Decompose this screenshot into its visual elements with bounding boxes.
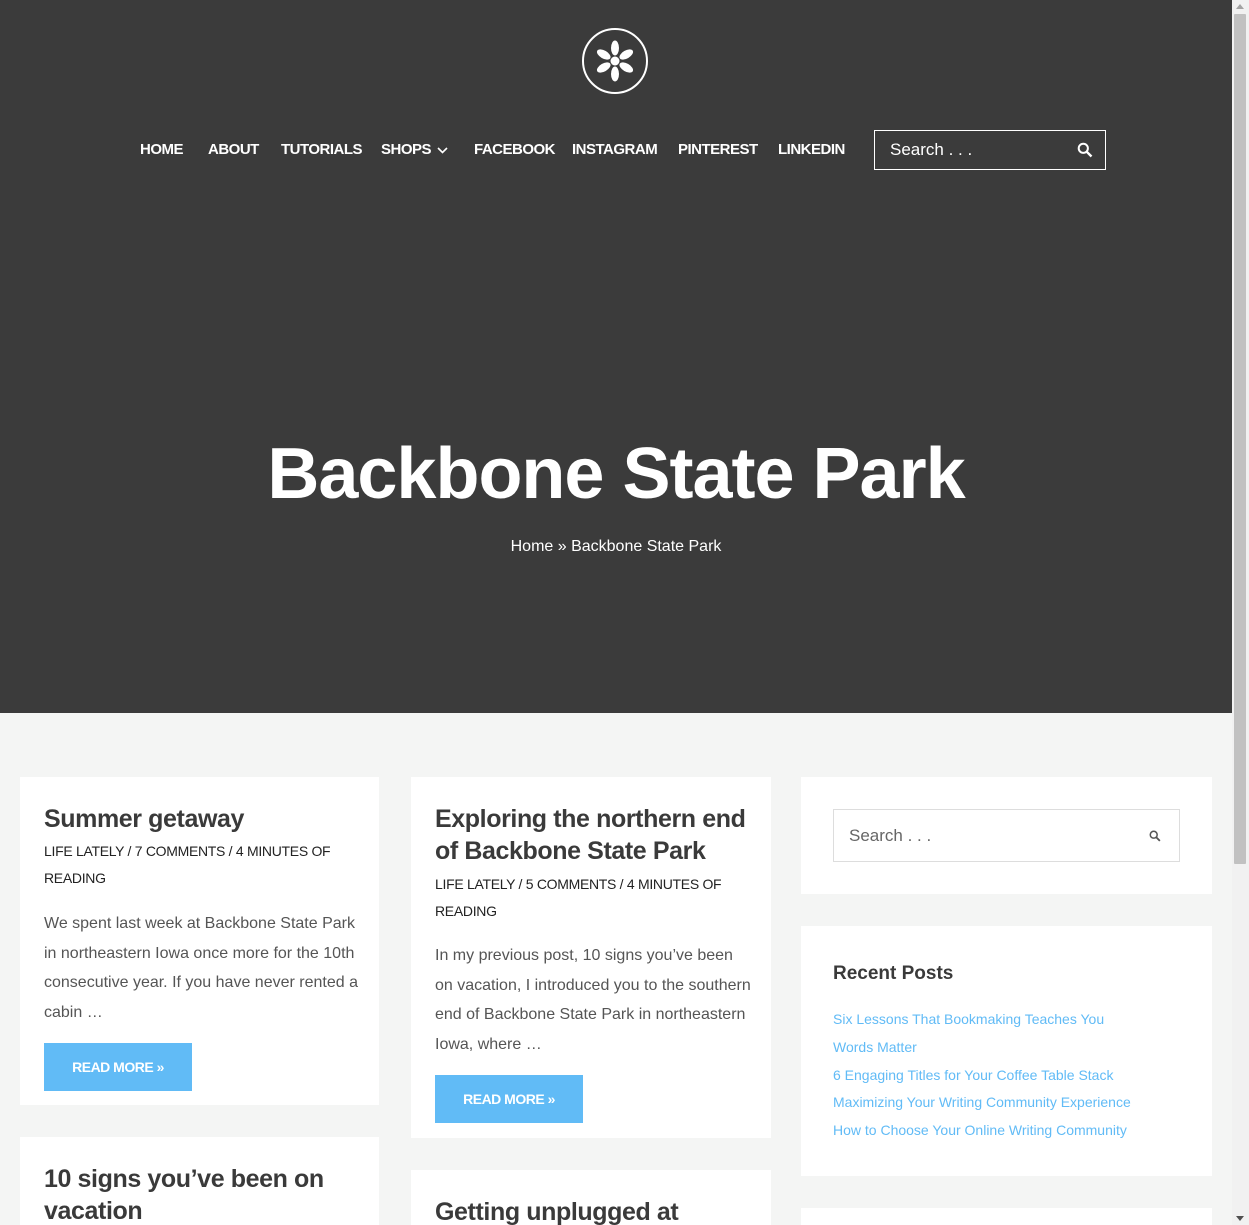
nav-item-home[interactable]: HOME [140, 140, 184, 160]
recent-post-link[interactable]: How to Choose Your Online Writing Commun… [833, 1117, 1131, 1145]
header-search-input[interactable] [875, 131, 1065, 169]
nav-item-about[interactable]: ABOUT [208, 140, 259, 160]
post-title[interactable]: Getting unplugged at [435, 1196, 679, 1225]
post-excerpt: We spent last week at Backbone State Par… [44, 915, 358, 1022]
post-card: Summer getaway LIFE LATELY / 7 COMMENTS … [20, 777, 379, 1105]
recent-post-link[interactable]: Six Lessons That Bookmaking Teaches You [833, 1006, 1131, 1034]
post-comments-link[interactable]: 7 COMMENTS [135, 843, 226, 859]
site-header: HOME ABOUT TUTORIALS SHOPS FACEBOOK INST… [0, 0, 1232, 713]
nav-item-tutorials[interactable]: TUTORIALS [281, 140, 363, 160]
post-category-link[interactable]: LIFE LATELY [435, 876, 515, 892]
nav-item-instagram[interactable]: INSTAGRAM [572, 140, 658, 160]
post-title[interactable]: Summer getaway [44, 803, 244, 835]
breadcrumb[interactable]: Home » Backbone State Park [0, 537, 1232, 557]
post-meta: LIFE LATELY / 7 COMMENTS / 4 MINUTES OF … [44, 843, 331, 886]
search-icon[interactable] [1149, 829, 1161, 847]
header-search-box [874, 130, 1106, 170]
recent-posts-widget: Recent Posts Six Lessons That Bookmaking… [801, 926, 1212, 1176]
nav-item-shops[interactable]: SHOPS [381, 140, 448, 160]
recent-post-link[interactable]: Words Matter [833, 1034, 1131, 1062]
recent-post-link[interactable]: Maximizing Your Writing Community Experi… [833, 1089, 1131, 1117]
sidebar-search-input[interactable] [834, 810, 1134, 861]
sidebar-widget [801, 1208, 1212, 1225]
read-more-button[interactable]: READ MORE » [435, 1075, 583, 1123]
scrollbar-thumb[interactable] [1234, 14, 1246, 864]
widget-title: Recent Posts [833, 963, 954, 984]
nav-item-linkedin[interactable]: LINKEDIN [778, 140, 845, 160]
post-meta: LIFE LATELY / 5 COMMENTS / 4 MINUTES OF … [435, 876, 722, 919]
recent-post-link[interactable]: 6 Engaging Titles for Your Coffee Table … [833, 1062, 1131, 1090]
site-logo-icon[interactable] [582, 28, 648, 94]
nav-item-facebook[interactable]: FACEBOOK [474, 140, 556, 160]
post-card: Exploring the northern end of Backbone S… [411, 777, 771, 1138]
search-icon[interactable] [1077, 142, 1093, 163]
read-more-button[interactable]: READ MORE » [44, 1043, 192, 1091]
page-title: Backbone State Park [267, 434, 965, 514]
post-title[interactable]: Exploring the northern end of Backbone S… [435, 803, 755, 867]
post-title[interactable]: 10 signs you’ve been on vacation [44, 1163, 344, 1225]
scroll-down-arrow-icon[interactable] [1236, 1216, 1244, 1221]
chevron-down-icon [437, 140, 448, 160]
post-card: 10 signs you’ve been on vacation [20, 1137, 379, 1225]
post-category-link[interactable]: LIFE LATELY [44, 843, 124, 859]
sidebar-search-box [833, 809, 1180, 862]
sidebar-search-widget [801, 777, 1212, 894]
page-scrollbar[interactable] [1232, 0, 1249, 1225]
scroll-up-arrow-icon[interactable] [1236, 4, 1244, 9]
post-card: Getting unplugged at [411, 1170, 771, 1225]
recent-posts-list: Six Lessons That Bookmaking Teaches You … [833, 1006, 1131, 1145]
nav-item-shops-label: SHOPS [381, 141, 432, 158]
post-comments-link[interactable]: 5 COMMENTS [526, 876, 617, 892]
post-excerpt: In my previous post, 10 signs you’ve bee… [435, 947, 751, 1054]
nav-item-pinterest[interactable]: PINTEREST [678, 140, 758, 160]
